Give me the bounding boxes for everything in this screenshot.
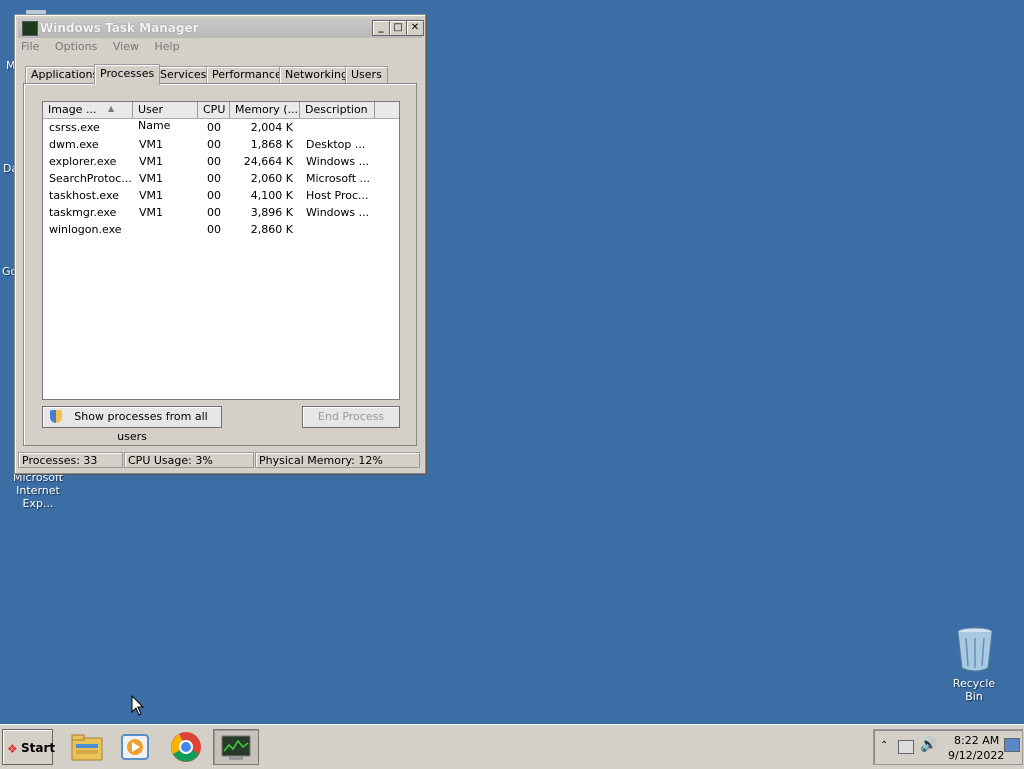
cell-cpu: 00 bbox=[207, 121, 221, 134]
cell-image: csrss.exe bbox=[49, 121, 100, 134]
end-process-button[interactable]: End Process bbox=[302, 406, 400, 428]
table-row[interactable]: dwm.exe VM1 00 1,868 K Desktop ... bbox=[43, 136, 399, 153]
cell-memory: 2,004 K bbox=[250, 121, 293, 134]
cell-description: Windows ... bbox=[306, 155, 370, 168]
volume-icon[interactable]: 🔊 bbox=[920, 737, 937, 753]
status-cpu-usage: CPU Usage: 3% bbox=[124, 452, 254, 468]
table-row[interactable]: taskhost.exe VM1 00 4,100 K Host Proc... bbox=[43, 187, 399, 204]
start-label: Start bbox=[21, 741, 56, 755]
table-row[interactable]: SearchProtoc... VM1 00 2,060 K Microsoft… bbox=[43, 170, 399, 187]
task-manager-app-icon bbox=[22, 21, 38, 36]
cell-cpu: 00 bbox=[207, 223, 221, 236]
status-physical-memory: Physical Memory: 12% bbox=[255, 452, 420, 468]
process-list[interactable]: Image ... ▲ User Name CPU Memory (... De… bbox=[42, 101, 400, 400]
cell-memory: 2,860 K bbox=[250, 223, 293, 236]
table-row[interactable]: winlogon.exe 00 2,860 K bbox=[43, 221, 399, 238]
cell-memory: 2,060 K bbox=[250, 172, 293, 185]
task-manager-icon bbox=[221, 735, 251, 760]
menu-help[interactable]: Help bbox=[154, 40, 179, 53]
processes-panel: Image ... ▲ User Name CPU Memory (... De… bbox=[23, 83, 417, 446]
maximize-button[interactable]: □ bbox=[389, 20, 407, 36]
desktop-icon-internet-explorer[interactable]: Microsoft Internet Exp... bbox=[0, 471, 76, 510]
cell-cpu: 00 bbox=[207, 206, 221, 219]
column-cpu[interactable]: CPU bbox=[198, 102, 230, 118]
cell-cpu: 00 bbox=[207, 155, 221, 168]
cell-image: taskhost.exe bbox=[49, 189, 119, 202]
taskbar-file-explorer[interactable] bbox=[64, 729, 110, 765]
taskbar: ❖ Start ⌃ 🔊 8:22 AM 9/12/2022 bbox=[0, 724, 1024, 769]
recycle-bin-icon bbox=[957, 627, 993, 672]
ie-label-line2: Internet Exp... bbox=[16, 484, 60, 510]
cell-image: SearchProtoc... bbox=[49, 172, 132, 185]
window-title: Windows Task Manager bbox=[40, 21, 199, 35]
clock-date[interactable]: 9/12/2022 bbox=[948, 749, 1004, 762]
show-desktop-icon[interactable] bbox=[1004, 738, 1020, 752]
tab-services[interactable]: Services bbox=[154, 66, 213, 83]
cell-description: Windows ... bbox=[306, 206, 370, 219]
column-image-name[interactable]: Image ... ▲ bbox=[43, 102, 133, 118]
table-row[interactable]: taskmgr.exe VM1 00 3,896 K Windows ... bbox=[43, 204, 399, 221]
cell-memory: 24,664 K bbox=[243, 155, 293, 168]
recycle-bin-label: Recycle Bin bbox=[952, 677, 996, 703]
cell-description: Host Proc... bbox=[306, 189, 369, 202]
title-bar[interactable]: Windows Task Manager _ □ ✕ bbox=[18, 18, 424, 38]
cell-description: Microsoft ... bbox=[306, 172, 371, 185]
clock-time[interactable]: 8:22 AM bbox=[954, 734, 999, 747]
minimize-button[interactable]: _ bbox=[372, 20, 390, 36]
cell-cpu: 00 bbox=[207, 172, 221, 185]
close-button[interactable]: ✕ bbox=[406, 20, 424, 36]
menu-options[interactable]: Options bbox=[55, 40, 97, 53]
media-player-icon bbox=[121, 734, 149, 760]
cell-memory: 4,100 K bbox=[250, 189, 293, 202]
cell-memory: 3,896 K bbox=[250, 206, 293, 219]
cell-user: VM1 bbox=[139, 172, 164, 185]
show-all-processes-button[interactable]: Show processes from all users bbox=[42, 406, 222, 443]
taskbar-media-player[interactable] bbox=[113, 729, 159, 765]
cell-image: taskmgr.exe bbox=[49, 206, 117, 219]
desktop-icon-recycle-bin[interactable]: Recycle Bin bbox=[946, 624, 1004, 703]
uac-shield-icon bbox=[50, 410, 62, 423]
cell-user: VM1 bbox=[139, 155, 164, 168]
menu-file[interactable]: File bbox=[21, 40, 39, 53]
cell-image: explorer.exe bbox=[49, 155, 117, 168]
cell-description: Desktop ... bbox=[306, 138, 366, 151]
windows-flag-icon: ❖ bbox=[7, 742, 18, 756]
cell-user: VM1 bbox=[139, 189, 164, 202]
tab-performance[interactable]: Performance bbox=[206, 66, 288, 83]
start-button[interactable]: ❖ Start bbox=[2, 729, 56, 765]
tab-applications[interactable]: Applications bbox=[25, 66, 105, 83]
column-image-label: Image ... bbox=[48, 103, 97, 116]
cell-cpu: 00 bbox=[207, 189, 221, 202]
status-processes: Processes: 33 bbox=[18, 452, 123, 468]
taskbar-task-manager[interactable] bbox=[213, 729, 259, 765]
chrome-icon bbox=[171, 732, 201, 762]
status-bar: Processes: 33 CPU Usage: 3% Physical Mem… bbox=[18, 452, 422, 469]
table-row[interactable]: csrss.exe 00 2,004 K bbox=[43, 119, 399, 136]
table-row[interactable]: explorer.exe VM1 00 24,664 K Windows ... bbox=[43, 153, 399, 170]
cell-image: winlogon.exe bbox=[49, 223, 122, 236]
menu-view[interactable]: View bbox=[113, 40, 139, 53]
column-memory[interactable]: Memory (... bbox=[230, 102, 300, 118]
menu-bar: File Options View Help bbox=[21, 40, 192, 56]
cell-image: dwm.exe bbox=[49, 138, 99, 151]
show-hidden-icons-icon[interactable]: ⌃ bbox=[880, 740, 888, 751]
system-tray: ⌃ 🔊 8:22 AM 9/12/2022 bbox=[873, 729, 1023, 765]
column-user-name[interactable]: User Name bbox=[133, 102, 198, 132]
tab-networking[interactable]: Networking bbox=[279, 66, 354, 83]
network-icon[interactable] bbox=[898, 740, 914, 754]
tab-users[interactable]: Users bbox=[345, 66, 388, 83]
cell-user: VM1 bbox=[139, 138, 164, 151]
file-explorer-icon bbox=[71, 734, 103, 761]
taskbar-chrome[interactable] bbox=[163, 729, 209, 765]
task-manager-window: Windows Task Manager _ □ ✕ File Options … bbox=[14, 14, 426, 474]
cell-cpu: 00 bbox=[207, 138, 221, 151]
sort-ascending-icon: ▲ bbox=[108, 104, 115, 113]
list-header: Image ... ▲ User Name CPU Memory (... De… bbox=[43, 102, 399, 132]
column-description[interactable]: Description bbox=[300, 102, 375, 118]
cell-memory: 1,868 K bbox=[250, 138, 293, 151]
mouse-cursor-icon bbox=[131, 695, 145, 716]
show-all-processes-label: Show processes from all users bbox=[74, 410, 208, 443]
tab-processes[interactable]: Processes bbox=[94, 64, 161, 85]
cell-user: VM1 bbox=[139, 206, 164, 219]
